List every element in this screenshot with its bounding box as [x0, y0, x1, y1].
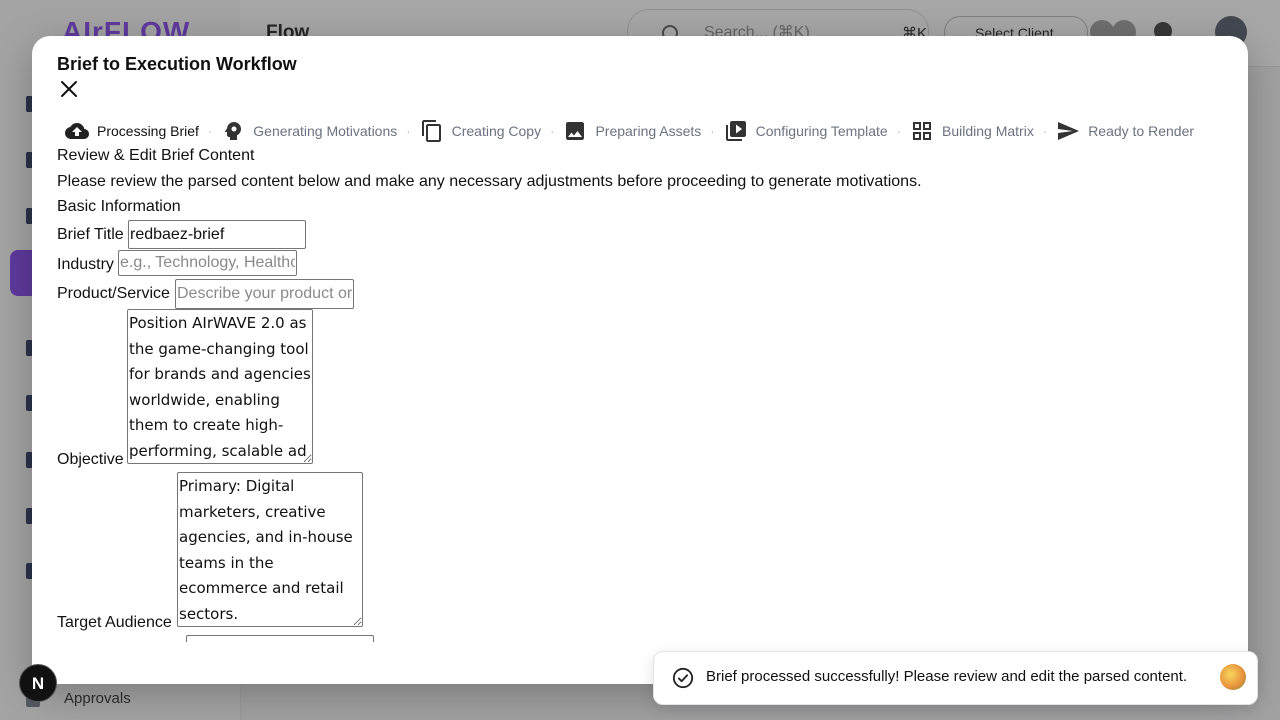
image-icon [566, 122, 585, 140]
success-toast: Brief processed successfully! Please rev… [653, 651, 1258, 705]
next-field-input[interactable] [186, 635, 374, 642]
industry-label: Industry [57, 256, 114, 273]
copy-icon [421, 120, 441, 142]
step-label: Building Matrix [942, 123, 1034, 139]
product-service-input[interactable] [175, 279, 354, 309]
section-title: Review & Edit Brief Content [57, 147, 255, 164]
step-generating-motivations[interactable]: Generating Motivations [221, 119, 397, 143]
target-audience-textarea[interactable]: Primary: Digital marketers, creative age… [177, 472, 363, 627]
step-processing-brief[interactable]: Processing Brief [65, 119, 199, 143]
step-separator: · [550, 123, 555, 139]
step-separator: · [406, 123, 411, 139]
workflow-stepper: Processing Brief · Generating Motivation… [65, 119, 1194, 143]
target-audience-label: Target Audience [57, 614, 172, 631]
step-label: Configuring Template [755, 123, 888, 139]
basic-info-heading: Basic Information [57, 198, 181, 215]
step-label: Generating Motivations [253, 123, 398, 139]
step-ready-to-render[interactable]: Ready to Render [1056, 119, 1194, 143]
video-library-icon [725, 121, 746, 141]
step-configuring-template[interactable]: Configuring Template [724, 119, 888, 143]
step-label: Preparing Assets [595, 123, 702, 139]
step-label: Creating Copy [451, 123, 542, 139]
brief-review-form: Review & Edit Brief Content Please revie… [57, 144, 1237, 642]
close-icon [61, 81, 77, 97]
step-label: Processing Brief [97, 123, 199, 139]
step-label: Ready to Render [1088, 123, 1195, 139]
brief-title-label: Brief Title [57, 226, 124, 243]
workflow-dialog: Brief to Execution Workflow Processing B… [32, 36, 1248, 684]
product-service-label: Product/Service [57, 285, 170, 302]
check-circle-icon [672, 667, 694, 689]
step-separator: · [1042, 123, 1048, 139]
cloud-upload-icon [65, 123, 89, 139]
grid-icon [913, 122, 932, 140]
step-building-matrix[interactable]: Building Matrix [910, 119, 1034, 143]
assistant-avatar-icon[interactable] [1220, 664, 1246, 690]
step-separator: · [207, 123, 213, 139]
next-dev-badge[interactable]: N [19, 664, 57, 702]
step-separator: · [896, 123, 902, 139]
toast-message: Brief processed successfully! Please rev… [706, 668, 1188, 685]
dialog-title: Brief to Execution Workflow [57, 54, 297, 74]
step-creating-copy[interactable]: Creating Copy [420, 119, 542, 143]
objective-textarea[interactable]: Position AIrWAVE 2.0 as the game-changin… [127, 309, 313, 464]
objective-label: Objective [57, 451, 124, 468]
step-preparing-assets[interactable]: Preparing Assets [563, 119, 701, 143]
close-button[interactable] [57, 77, 81, 101]
psychology-icon [225, 122, 242, 140]
send-icon [1058, 122, 1080, 140]
section-description: Please review the parsed content below a… [57, 173, 922, 190]
industry-input[interactable] [118, 250, 297, 276]
step-separator: · [710, 123, 715, 139]
brief-title-input[interactable] [128, 220, 306, 249]
